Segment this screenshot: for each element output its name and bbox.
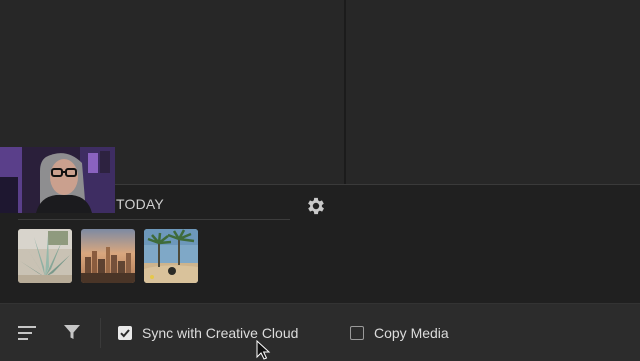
section-title: TODAY <box>116 196 164 212</box>
desert-palm-photo <box>144 229 198 283</box>
mouse-cursor-icon <box>256 340 271 360</box>
copy-media-label: Copy Media <box>374 325 449 341</box>
city-skyline-photo <box>81 229 135 283</box>
sync-checkbox[interactable] <box>118 326 132 340</box>
bottom-toolbar: Sync with Creative Cloud Copy Media <box>0 303 640 361</box>
filter-button[interactable] <box>59 319 85 345</box>
thumbnail-agave[interactable] <box>18 229 72 283</box>
agave-plant-photo <box>18 229 72 283</box>
sync-label: Sync with Creative Cloud <box>142 325 299 341</box>
copy-media-option[interactable]: Copy Media <box>350 322 449 344</box>
gear-icon <box>308 197 324 215</box>
settings-button[interactable] <box>304 194 328 218</box>
sort-button[interactable] <box>14 320 40 346</box>
program-monitor-pane[interactable] <box>346 0 640 185</box>
thumbnail-desert[interactable] <box>144 229 198 283</box>
thumbnail-city[interactable] <box>81 229 135 283</box>
checkmark-icon <box>120 329 130 338</box>
sort-lines-icon <box>18 326 36 340</box>
presenter-webcam <box>0 147 115 213</box>
toolbar-divider <box>100 318 101 348</box>
copy-media-checkbox[interactable] <box>350 326 364 340</box>
filter-funnel-icon <box>64 325 80 339</box>
